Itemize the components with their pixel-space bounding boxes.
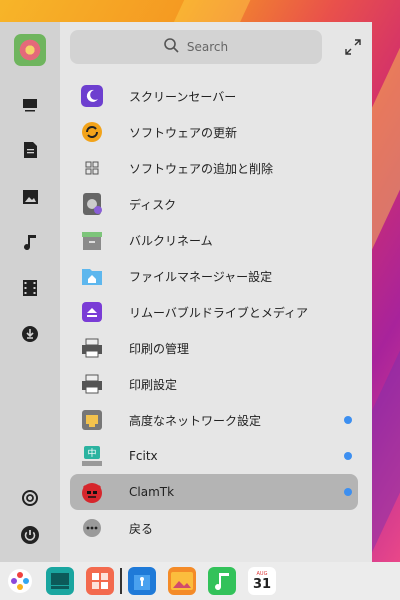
item-label: ソフトウェアの更新 (129, 125, 238, 140)
network-settings-icon (81, 409, 103, 431)
item-label: ソフトウェアの追加と削除 (129, 161, 274, 176)
item-label: スクリーンセーバー (129, 89, 237, 104)
item-label: ファイルマネージャー設定 (129, 269, 273, 284)
videos-icon[interactable] (20, 278, 40, 298)
computer-icon[interactable] (20, 95, 40, 115)
list-item-software-update[interactable]: ソフトウェアの更新 (70, 114, 358, 150)
item-label: 印刷設定 (129, 377, 178, 392)
launcher-main: Search スクリーンセーバー ソフトウェアの更新 ソフトウェアの追加と削除 … (60, 22, 372, 562)
calendar-day: 31 (252, 576, 272, 592)
file-manager-settings-icon (81, 265, 103, 287)
item-label: ClamTk (129, 485, 175, 499)
list-item-disks[interactable]: ディスク (70, 186, 358, 222)
item-label: 高度なネットワーク設定 (129, 413, 262, 428)
downloads-icon[interactable] (20, 324, 40, 344)
list-item-print-manager[interactable]: 印刷の管理 (70, 330, 358, 366)
screensaver-icon (81, 85, 103, 107)
item-label: Fcitx (129, 449, 158, 463)
multitasking-icon[interactable] (46, 567, 74, 595)
appstore-icon[interactable] (86, 567, 114, 595)
removable-drives-icon (81, 301, 103, 323)
power-icon[interactable] (20, 525, 40, 545)
app-launcher: Search スクリーンセーバー ソフトウェアの更新 ソフトウェアの追加と削除 … (0, 22, 372, 562)
item-label: 印刷の管理 (129, 341, 190, 356)
list-item-clamtk[interactable]: ClamTk (70, 474, 358, 510)
back-button[interactable]: 戻る (70, 510, 358, 546)
software-update-icon (81, 121, 103, 143)
list-item-network-settings[interactable]: 高度なネットワーク設定 (70, 402, 358, 438)
documents-icon[interactable] (20, 140, 40, 160)
launcher-sidebar (0, 22, 60, 562)
add-remove-software-icon (81, 157, 103, 179)
print-manager-icon (81, 337, 103, 359)
fullscreen-toggle-icon[interactable] (345, 39, 361, 55)
new-app-indicator-dot (344, 488, 352, 496)
user-avatar[interactable] (14, 34, 46, 66)
music-player-icon[interactable] (208, 567, 236, 595)
svg-text:中: 中 (87, 447, 96, 459)
list-item-removable-drives[interactable]: リムーバブルドライブとメディア (70, 294, 358, 330)
dock-separator (120, 568, 122, 594)
list-item-add-remove-software[interactable]: ソフトウェアの追加と削除 (70, 150, 358, 186)
taskbar-dock: AUG 31 (0, 562, 400, 600)
calendar-icon[interactable]: AUG 31 (248, 567, 276, 595)
file-manager-icon[interactable] (128, 567, 156, 595)
launcher-icon[interactable] (6, 567, 34, 595)
fcitx-icon: 中 (81, 445, 103, 467)
more-icon (81, 517, 103, 539)
item-label: バルクリネーム (129, 233, 213, 248)
item-label: リムーバブルドライブとメディア (129, 305, 309, 320)
search-box[interactable]: Search (70, 30, 322, 64)
list-item-bulk-rename[interactable]: バルクリネーム (70, 222, 358, 258)
back-label: 戻る (129, 521, 154, 536)
item-label: ディスク (129, 197, 177, 212)
list-item-file-manager-settings[interactable]: ファイルマネージャー設定 (70, 258, 358, 294)
disks-icon (81, 193, 103, 215)
print-settings-icon (81, 373, 103, 395)
search-placeholder: Search (186, 40, 229, 54)
new-app-indicator-dot (344, 416, 352, 424)
list-item-print-settings[interactable]: 印刷設定 (70, 366, 358, 402)
list-item-fcitx[interactable]: 中 Fcitx (70, 438, 358, 474)
list-item-screensaver[interactable]: スクリーンセーバー (70, 78, 358, 114)
clamtk-icon (81, 481, 103, 503)
settings-icon[interactable] (20, 488, 40, 508)
search-icon (164, 38, 179, 56)
image-viewer-icon[interactable] (168, 567, 196, 595)
pictures-icon[interactable] (20, 187, 40, 207)
new-app-indicator-dot (344, 452, 352, 460)
bulk-rename-icon (81, 229, 103, 251)
music-icon[interactable] (20, 232, 40, 252)
